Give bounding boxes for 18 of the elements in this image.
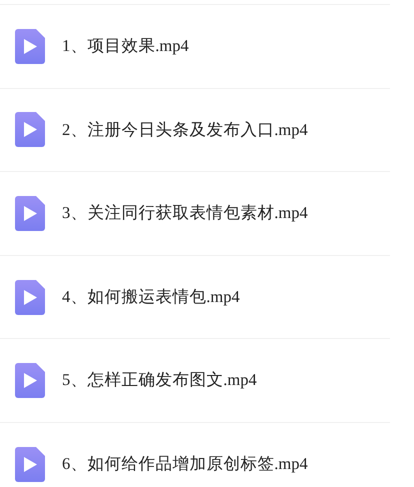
file-row[interactable]: 3、关注同行获取表情包素材.mp4 [0, 172, 390, 256]
video-file-icon [15, 363, 45, 398]
file-name: 2、注册今日头条及发布入口.mp4 [62, 118, 308, 141]
video-file-icon [15, 446, 45, 482]
file-row[interactable]: 2、注册今日头条及发布入口.mp4 [0, 88, 390, 172]
file-row[interactable]: 5、怎样正确发布图文.mp4 [0, 339, 390, 423]
file-name: 4、如何搬运表情包.mp4 [62, 286, 240, 308]
file-row[interactable]: 4、如何搬运表情包.mp4 [0, 256, 390, 340]
file-name: 6、如何给作品增加原创标签.mp4 [62, 452, 308, 475]
file-row[interactable]: 1、项目效果.mp4 [0, 5, 390, 89]
file-name: 5、怎样正确发布图文.mp4 [62, 369, 257, 392]
video-file-icon [15, 28, 45, 64]
video-file-icon [15, 112, 45, 148]
file-row[interactable]: 6、如何给作品增加原创标签.mp4 [0, 422, 390, 487]
video-file-icon [15, 280, 45, 315]
video-file-icon [15, 196, 45, 231]
file-name: 3、关注同行获取表情包素材.mp4 [62, 202, 308, 224]
file-name: 1、项目效果.mp4 [62, 34, 189, 57]
